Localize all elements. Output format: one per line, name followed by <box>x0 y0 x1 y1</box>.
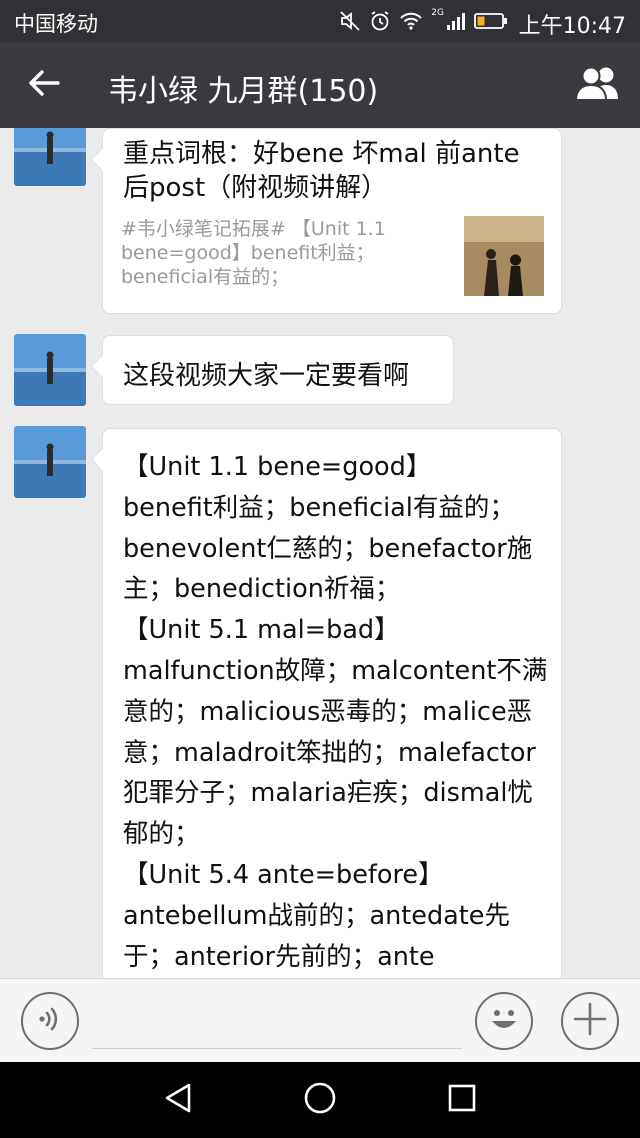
text-line: 【Unit 5.4 ante=before】 <box>123 859 444 890</box>
more-button[interactable] <box>561 992 619 1050</box>
clock: 上午10:47 <box>518 14 626 39</box>
emoji-button[interactable] <box>475 992 533 1050</box>
back-button[interactable] <box>14 62 74 108</box>
square-recents-icon <box>447 1083 477 1117</box>
nav-back-button[interactable] <box>158 1080 198 1120</box>
battery-icon <box>474 12 508 30</box>
nav-home-button[interactable] <box>300 1080 340 1120</box>
text-line: 【Unit 1.1 bene=good】 <box>123 452 432 482</box>
signal-icon <box>446 11 466 31</box>
card-thumbnail <box>464 216 544 296</box>
chat-area[interactable]: 重点词根：好bene 坏mal 前ante 后post（附视频讲解） #韦小绿笔… <box>0 128 640 978</box>
text-line: benefit利益；beneficial有益的； <box>123 492 515 523</box>
alarm-icon <box>369 10 391 32</box>
nav-recents-button[interactable] <box>442 1080 482 1120</box>
avatar[interactable] <box>14 334 86 406</box>
plus-icon <box>573 1002 607 1040</box>
emoji-icon <box>482 997 526 1045</box>
link-card[interactable]: 重点词根：好bene 坏mal 前ante 后post（附视频讲解） #韦小绿笔… <box>102 128 562 314</box>
text-line: 犯罪分子；malaria疟疾；dismal忧 <box>123 778 533 809</box>
chat-title: 韦小绿 九月群(150) <box>108 74 379 109</box>
arrow-left-icon <box>28 69 60 101</box>
title-bar: 韦小绿 九月群(150) <box>0 42 640 128</box>
circle-home-icon <box>303 1081 337 1119</box>
mute-icon <box>339 10 361 32</box>
carrier-name: 中国移动 <box>14 12 98 36</box>
text-line: 【Unit 5.1 mal=bad】 <box>123 615 400 646</box>
text-line: malfunction故障；malcontent不满 <box>123 655 548 686</box>
avatar[interactable] <box>14 128 86 186</box>
text-line: 于；anterior先前的；ante <box>123 941 435 972</box>
group-info-button[interactable] <box>568 62 628 108</box>
text-line: benevolent仁慈的；benefactor施 <box>123 533 533 564</box>
status-bar: 中国移动 2G 上午10:47 <box>0 0 640 42</box>
status-icons: 2G <box>339 8 508 34</box>
network-type: 2G <box>431 8 444 18</box>
long-message-text: 【Unit 1.1 bene=good】 benefit利益；beneficia… <box>123 447 553 978</box>
text-line: 意；maladroit笨拙的；malefactor <box>123 737 536 768</box>
card-description: #韦小绿笔记拓展# 【Unit 1.1 bene=good】benefit利益；… <box>121 218 386 288</box>
message-text: 这段视频大家一定要看啊 <box>123 361 410 391</box>
text-line: antebellum战前的；antedate先 <box>123 900 510 931</box>
text-line: 意的；malicious恶毒的；malice恶 <box>123 696 533 727</box>
avatar[interactable] <box>14 426 86 498</box>
message-bubble[interactable]: 这段视频大家一定要看啊 <box>102 335 454 405</box>
group-members-icon <box>573 65 623 105</box>
voice-button[interactable] <box>21 992 79 1050</box>
input-bar <box>0 978 640 1062</box>
wifi-icon <box>399 11 423 31</box>
message-input[interactable] <box>92 999 462 1049</box>
text-line: 主；benediction祈福； <box>123 574 401 605</box>
message-bubble-long[interactable]: 【Unit 1.1 bene=good】 benefit利益；beneficia… <box>102 428 562 978</box>
system-nav-bar <box>0 1062 640 1138</box>
text-line: 郁的； <box>123 819 200 850</box>
triangle-back-icon <box>163 1082 193 1118</box>
voice-icon <box>36 1005 64 1037</box>
card-title: 重点词根：好bene 坏mal 前ante 后post（附视频讲解） <box>123 139 520 203</box>
